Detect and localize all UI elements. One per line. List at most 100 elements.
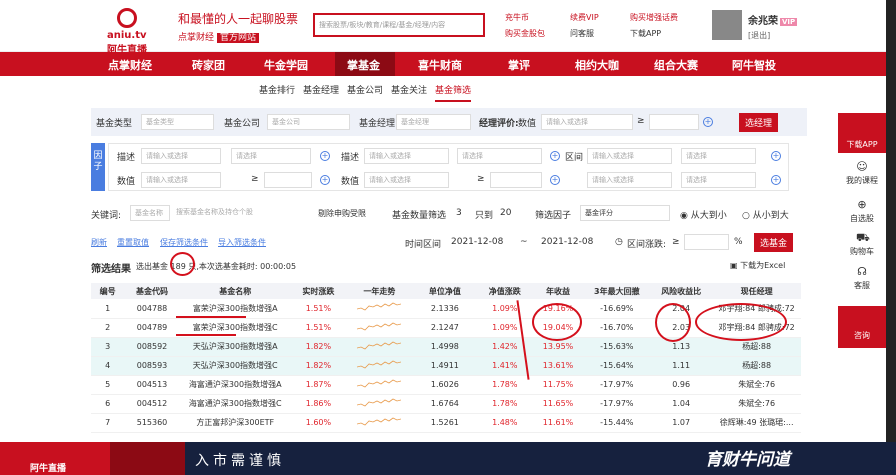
cell-mgr[interactable]: 徐辉琳:49 张璐珺:...	[712, 413, 801, 433]
renew-vip-link[interactable]: 续费VIP	[570, 12, 599, 23]
exclude-checkbox[interactable]: 剔除申购受限	[318, 208, 366, 219]
cell-nav: 1.4998	[412, 337, 478, 357]
keyword-input[interactable]: 搜索基金名称及持仓个股	[172, 205, 297, 221]
refresh-link[interactable]: 刷新	[91, 237, 107, 248]
table-row[interactable]: 5 004513 海富通沪深300指数增强A 1.87% 1.6026 1.78% 11.7…	[91, 375, 801, 395]
add-icon[interactable]: +	[320, 175, 330, 185]
interval-input-2[interactable]: 请输入或选择	[587, 172, 672, 188]
import-conditions-link[interactable]: 导入筛选条件	[218, 237, 266, 248]
cell-name[interactable]: 海富通沪深300指数增强A	[179, 375, 291, 395]
value-input[interactable]: 请输入或选择	[141, 172, 221, 188]
column-header[interactable]: 一年走势	[346, 283, 413, 299]
service-link[interactable]: ☊ 客服	[838, 266, 886, 291]
select-manager-button[interactable]: 选经理	[739, 113, 779, 132]
reset-link[interactable]: 重置取值	[117, 237, 149, 248]
interval-select[interactable]: 请选择	[681, 148, 756, 164]
keyword-type-select[interactable]: 基金名称	[130, 205, 170, 221]
aniu-logo[interactable]: aniu.tv 阿牛直播	[95, 8, 155, 56]
buy-enhanced-link[interactable]: 购买增强话费	[630, 12, 678, 23]
nav-item[interactable]: 喜牛财商	[418, 57, 462, 73]
factor-tab[interactable]: 因子	[91, 143, 105, 191]
column-header[interactable]: 现任经理	[712, 283, 801, 299]
date-from-input[interactable]: 2021-12-08	[451, 237, 503, 247]
video-footer: 阿牛直播 入市需谨慎 育财牛问道	[0, 442, 896, 475]
watchlist-link[interactable]: ⊕ 自选股	[838, 199, 886, 224]
table-row[interactable]: 6 004512 海富通沪深300指数增强C 1.86% 1.6764 1.78% 11.6…	[91, 394, 801, 414]
nav-item[interactable]: 阿牛智投	[732, 57, 776, 73]
column-header[interactable]: 编号	[91, 283, 125, 299]
logout-link[interactable]: [退出]	[748, 30, 770, 41]
fund-type-select[interactable]: 基金类型	[141, 114, 214, 130]
desc-select[interactable]: 请选择	[231, 148, 311, 164]
table-row[interactable]: 4 008593 天弘沪深300指数增强C 1.82% 1.4911 1.41% 13.61…	[91, 356, 801, 376]
cell-name[interactable]: 天弘沪深300指数增强C	[179, 356, 291, 376]
search-input[interactable]: 搜索股票/板块/教育/课程/基金/经理/内容	[313, 13, 485, 37]
subnav-screener[interactable]: 基金筛选	[435, 83, 472, 102]
column-header[interactable]: 风险收益比	[650, 283, 713, 299]
sort-asc-radio[interactable]: ○ 从小到大	[742, 208, 789, 221]
add-icon[interactable]: +	[703, 117, 713, 127]
interval-select-2[interactable]: 请选择	[681, 172, 756, 188]
column-header[interactable]: 基金名称	[179, 283, 291, 299]
company-select[interactable]: 基金公司	[267, 114, 350, 130]
service-link[interactable]: 问客服	[570, 28, 594, 39]
recharge-link[interactable]: 充牛币	[505, 12, 529, 23]
add-icon[interactable]: +	[550, 151, 560, 161]
table-row[interactable]: 7 515360 方正富邦沪深300ETF 1.60% 1.5261 1.48% 11.61…	[91, 413, 801, 433]
count-to[interactable]: 20	[500, 208, 511, 218]
nav-item[interactable]: 掌评	[508, 57, 530, 73]
nav-item[interactable]: 砖家团	[192, 57, 225, 73]
cell-mgr[interactable]: 杨超:88	[712, 356, 801, 376]
avatar[interactable]	[712, 10, 742, 40]
sort-desc-radio[interactable]: ◉ 从大到小	[680, 208, 727, 221]
value-threshold-input-2[interactable]	[490, 172, 542, 188]
column-header[interactable]: 单位净值	[412, 283, 478, 299]
value-input-2[interactable]: 请输入或选择	[364, 172, 449, 188]
download-app-link[interactable]: 下载APP	[630, 28, 661, 39]
save-conditions-link[interactable]: 保存筛选条件	[160, 237, 208, 248]
nav-item[interactable]: 组合大赛	[654, 57, 698, 73]
column-header[interactable]: 3年最大回撤	[583, 283, 651, 299]
consult-button[interactable]: 咨询	[838, 306, 886, 348]
column-header[interactable]: 实时涨跌	[290, 283, 347, 299]
nav-item[interactable]: 相约大咖	[575, 57, 619, 73]
factor-select[interactable]: 基金评分	[580, 205, 670, 221]
my-courses-link[interactable]: ☺ 我的课程	[838, 161, 886, 186]
select-fund-button[interactable]: 选基金	[754, 233, 794, 252]
desc-input-2[interactable]: 请输入或选择	[364, 148, 449, 164]
manager-select[interactable]: 基金经理	[396, 114, 471, 130]
subnav-managers[interactable]: 基金经理	[303, 83, 339, 96]
table-row[interactable]: 3 008592 天弘沪深300指数增强A 1.82% 1.4998 1.42% 13.95…	[91, 337, 801, 357]
desc-input[interactable]: 请输入或选择	[141, 148, 221, 164]
cell-name[interactable]: 天弘沪深300指数增强A	[179, 337, 291, 357]
subnav-companies[interactable]: 基金公司	[347, 83, 383, 96]
rating-value-input[interactable]	[649, 114, 699, 130]
nav-item[interactable]: 牛金学园	[264, 57, 308, 73]
download-app-button[interactable]: 下载APP	[838, 113, 886, 153]
column-header[interactable]: 年收益	[532, 283, 584, 299]
column-header[interactable]: 净值涨跌	[477, 283, 533, 299]
add-icon[interactable]: +	[771, 151, 781, 161]
count-from[interactable]: 3	[456, 208, 462, 218]
cell-name[interactable]: 方正富邦沪深300ETF	[179, 413, 291, 433]
buy-stock-pack-link[interactable]: 购买金股包	[505, 28, 545, 39]
cell-mgr[interactable]: 朱斌全:76	[712, 394, 801, 414]
rating-select[interactable]: 请输入或选择	[541, 114, 633, 130]
column-header[interactable]: 基金代码	[124, 283, 180, 299]
desc-select-2[interactable]: 请选择	[457, 148, 542, 164]
cell-name[interactable]: 海富通沪深300指数增强C	[179, 394, 291, 414]
download-excel-button[interactable]: ▣ 下载为Excel	[730, 260, 785, 271]
nav-item[interactable]: 点掌财经	[108, 57, 152, 73]
add-icon[interactable]: +	[771, 175, 781, 185]
range-input[interactable]	[684, 234, 729, 250]
add-icon[interactable]: +	[550, 175, 560, 185]
value-threshold-input[interactable]	[264, 172, 312, 188]
cart-link[interactable]: ⛟ 购物车	[838, 232, 886, 257]
date-to-input[interactable]: 2021-12-08	[541, 237, 593, 247]
subnav-ranking[interactable]: 基金排行	[259, 83, 295, 96]
cell-mgr[interactable]: 朱斌全:76	[712, 375, 801, 395]
add-icon[interactable]: +	[320, 151, 330, 161]
nav-item-active[interactable]: 掌基金	[335, 52, 395, 76]
subnav-follow[interactable]: 基金关注	[391, 83, 427, 96]
interval-input[interactable]: 请输入或选择	[587, 148, 672, 164]
